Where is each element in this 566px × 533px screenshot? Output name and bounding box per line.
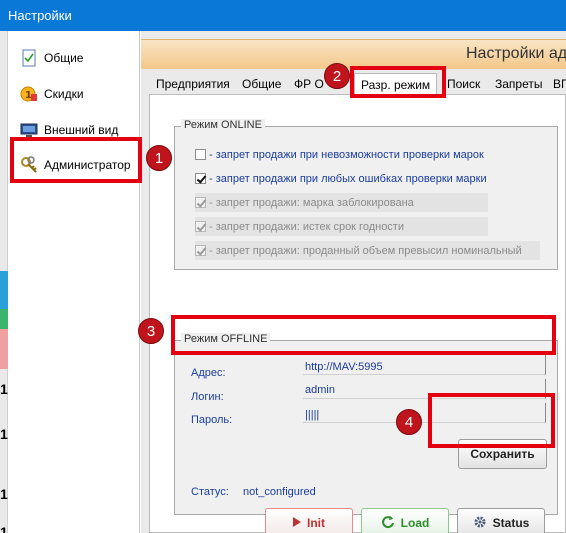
tab-vp[interactable]: ВП xyxy=(553,77,566,91)
annotation-badge: 2 xyxy=(324,63,350,89)
tab-panel: Режим ONLINE - запрет продажи при невозм… xyxy=(149,94,566,533)
sidebar-item-label: Общие xyxy=(44,51,84,65)
tab-general[interactable]: Общие xyxy=(242,77,281,91)
title-bar: Настройки xyxy=(0,0,566,31)
status-button[interactable]: Status xyxy=(457,508,545,533)
tab-search[interactable]: Поиск xyxy=(447,77,480,91)
sidebar-item-label: Внешний вид xyxy=(44,123,119,137)
option-label: - запрет продажи при любых ошибках прове… xyxy=(209,172,487,185)
strip-digit: 1 xyxy=(0,381,8,397)
load-button[interactable]: Load xyxy=(361,508,449,533)
settings-header: Настройки ад xyxy=(141,39,566,69)
checkbox xyxy=(195,221,206,232)
highlight-address xyxy=(171,315,556,355)
option-label: - запрет продажи: марка заблокирована xyxy=(209,196,414,209)
highlight-save xyxy=(428,393,555,448)
document-icon xyxy=(20,49,38,67)
load-button-label: Load xyxy=(400,516,430,530)
strip-digit: 1 xyxy=(0,524,8,533)
strip-digit: 1 xyxy=(0,426,8,442)
sidebar-item-general[interactable]: Общие xyxy=(10,43,138,73)
settings-main-panel: Настройки ад Предприятия Общие ФР О Разр… xyxy=(141,31,566,533)
annotation-badge: 1 xyxy=(146,145,172,171)
address-label: Адрес: xyxy=(191,367,226,379)
tab-fiscal[interactable]: ФР О xyxy=(294,77,324,91)
strip-block xyxy=(0,309,8,329)
tab-restrictions[interactable]: Запреты xyxy=(495,77,543,91)
status-button-label: Status xyxy=(492,516,530,530)
login-label: Логин: xyxy=(191,391,224,403)
option-label: - запрет продажи: проданный объем превыс… xyxy=(209,244,522,257)
strip-digit: 1 xyxy=(0,486,8,502)
init-button-label: Init xyxy=(307,516,325,530)
annotation-badge: 3 xyxy=(138,318,164,344)
checkbox xyxy=(195,197,206,208)
group-legend: Режим ONLINE xyxy=(181,119,265,131)
online-option: - запрет продажи: марка заблокирована xyxy=(195,193,488,212)
online-mode-group: Режим ONLINE - запрет продажи при невозм… xyxy=(174,119,558,270)
status-label: Статус: xyxy=(191,486,229,498)
annotation-badge: 4 xyxy=(396,409,422,435)
highlight-administrator xyxy=(10,137,142,183)
tab-enterprises[interactable]: Предприятия xyxy=(156,77,230,91)
online-option[interactable]: - запрет продажи при любых ошибках прове… xyxy=(195,169,495,188)
login-value: admin xyxy=(305,384,335,396)
background-app-strip: 1 1 1 1 xyxy=(0,31,8,533)
online-option: - запрет продажи: истек срок годности xyxy=(195,217,488,236)
gear-icon xyxy=(473,515,487,532)
discount-icon: 1 xyxy=(20,85,38,103)
sidebar-item-discounts[interactable]: 1 Скидки xyxy=(10,79,138,109)
status-value: not_configured xyxy=(243,486,316,498)
option-label: - запрет продажи при невозможности прове… xyxy=(209,148,484,161)
checkbox xyxy=(195,245,206,256)
option-label: - запрет продажи: истек срок годности xyxy=(209,220,404,233)
checkbox[interactable] xyxy=(195,149,206,160)
online-option: - запрет продажи: проданный объем превыс… xyxy=(195,241,540,260)
strip-block xyxy=(0,329,8,369)
settings-sidebar: Общие 1 Скидки Внешний вид Администратор xyxy=(8,31,140,533)
highlight-permit-tab xyxy=(350,66,446,98)
play-icon xyxy=(293,516,301,530)
password-label: Пароль: xyxy=(191,414,233,426)
page-title: Настройки ад xyxy=(466,45,566,62)
window-title: Настройки xyxy=(8,8,72,23)
address-value: http://MAV:5995 xyxy=(305,361,383,373)
password-value: ||||| xyxy=(305,409,320,421)
strip-block xyxy=(0,271,8,309)
refresh-icon xyxy=(381,515,395,532)
init-button[interactable]: Init xyxy=(265,508,353,533)
online-option[interactable]: - запрет продажи при невозможности прове… xyxy=(195,145,495,164)
sidebar-item-label: Скидки xyxy=(44,87,84,101)
svg-text:1: 1 xyxy=(25,90,32,101)
checkbox[interactable] xyxy=(195,173,206,184)
